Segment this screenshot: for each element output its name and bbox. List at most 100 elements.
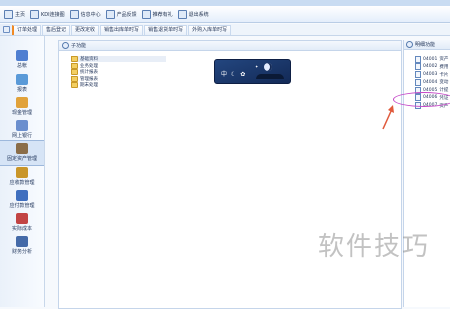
tree-item-label: 统计报表 [80,70,98,75]
tab-purchase-inbound[interactable]: 外购入库单时写 [188,25,232,35]
tree-item-management[interactable]: 管理报表 [71,75,166,82]
collapse-icon[interactable] [62,42,69,49]
list-item[interactable]: 04003 卡片 [415,71,449,79]
folder-icon [71,56,78,62]
item-name: 卡片 [439,72,449,78]
tree-item-label: 基础资料 [80,57,98,62]
sidebar-item-label: 现金管理 [11,110,32,116]
sidebar-item-label: 应收款管理 [9,180,35,186]
list-item[interactable]: 04004 变动 [415,78,448,86]
toolbar-gift-button[interactable]: 推荐有礼 [141,7,174,21]
widget-text: 中 ☾ ✿ [221,71,247,78]
sidebar-item-label: 应付款管理 [9,203,35,209]
sub-function-panel: 子功能 基础资料 业务处理 统计报表 管理报表 期末处理 中 ☾ ✿ ✦ [58,40,402,309]
analysis-icon [16,236,28,247]
panel-title: 明细功能 [415,42,436,48]
folder-icon [71,69,78,75]
cash-icon [16,97,28,108]
document-icon [415,71,421,79]
folder-icon [71,75,78,82]
detail-function-panel: 明细功能 04001 资产 04002 费用 04003 卡片 04004 变动… [403,40,450,307]
sidebar-item-payables[interactable]: 应付款管理 [0,190,44,209]
sidebar-item-label: 网上银行 [11,133,32,139]
sidebar-item-fixed-assets[interactable]: 固定资产管理 [0,140,44,166]
toolbar-info-button[interactable]: 信息中心 [69,7,102,21]
info-icon [69,9,79,19]
panel-title: 子功能 [71,43,87,49]
module-sidebar: 总帐 报表 现金管理 网上银行 固定资产管理 应收款管理 应付款管理 实际成本 … [0,36,45,307]
exit-icon [177,9,187,19]
toolbar-label: 退出系统 [188,11,209,18]
toolbar-exit-button[interactable]: 退出系统 [177,7,210,21]
document-icon [415,78,421,86]
toolbar-label: 信息中心 [80,11,101,18]
folder-icon [71,82,78,88]
receivables-icon [16,167,28,178]
toolbar-label: 主页 [15,11,26,18]
sidebar-item-label: 财务分析 [11,249,32,255]
tree-item-label: 业务处理 [80,63,98,69]
document-icon [415,55,421,63]
tree-item-basic-data[interactable]: 基础资料 [71,56,166,62]
tab-change-receipt[interactable]: 更改定收 [71,25,100,35]
item-code: 04002 [423,64,438,70]
panel-header: 子功能 [59,41,401,51]
moon-icon [264,63,272,71]
hills-graphic [256,74,284,79]
sidebar-item-ledger[interactable]: 总帐 [0,50,44,69]
feedback-icon [105,9,115,19]
folder-icon [71,62,78,69]
tree-item-statistics[interactable]: 统计报表 [71,69,166,75]
annotation-arrow-icon [382,105,394,130]
tab-sales-outbound[interactable]: 销售出库单时写 [100,25,144,35]
tab-order-processing[interactable]: 订单处理 [12,25,42,35]
tree-item-business[interactable]: 业务处理 [71,62,166,69]
bank-icon [16,120,28,131]
sidebar-item-cash[interactable]: 现金管理 [0,97,44,116]
tab-sales-return[interactable]: 销售退货单时写 [144,25,188,35]
item-name: 费用 [439,64,449,70]
sidebar-item-reports[interactable]: 报表 [0,74,44,93]
fixed-assets-icon [16,143,28,154]
list-item[interactable]: 04002 费用 [415,63,449,71]
toolbar-connect-button[interactable]: KDI连接图 [29,7,66,21]
sidebar-item-receivables[interactable]: 应收款管理 [0,167,44,186]
sidebar-item-financial-analysis[interactable]: 财务分析 [0,236,44,255]
collapse-icon[interactable] [406,41,413,48]
item-code: 04004 [423,79,438,85]
main-toolbar: 主页 KDI连接图 信息中心 产品反馈 推荐有礼 退出系统 [0,6,450,23]
toolbar-label: KDI连接图 [41,11,65,18]
payables-icon [16,190,28,201]
toolbar-feedback-button[interactable]: 产品反馈 [105,7,138,21]
sidebar-item-online-banking[interactable]: 网上银行 [0,120,44,139]
tab-home-icon[interactable] [0,24,12,35]
annotation-ellipse [393,92,450,107]
sidebar-item-label: 固定资产管理 [6,156,37,162]
tree-item-label: 期末处理 [80,83,98,88]
tree-item-period-end[interactable]: 期末处理 [71,82,166,88]
gift-icon [141,9,151,19]
sidebar-item-label: 总帐 [16,63,27,69]
sidebar-item-label: 报表 [16,87,27,93]
ledger-icon [16,50,28,61]
sidebar-item-label: 实际成本 [11,226,32,232]
connect-icon [30,9,40,19]
item-code: 04001 [423,56,438,62]
tree-item-label: 管理报表 [80,76,98,82]
reports-icon [16,74,28,85]
sidebar-item-actual-cost[interactable]: 实际成本 [0,213,44,232]
document-icon [415,63,421,71]
item-name: 资产 [439,57,449,62]
watermark: 软件技巧 [318,232,431,262]
toolbar-label: 推荐有礼 [152,11,173,18]
star-icon: ✦ [255,64,259,69]
item-code: 04003 [423,72,438,78]
panel-header: 明细功能 [404,40,450,50]
home-icon [4,9,13,19]
clock-widget: 中 ☾ ✿ ✦ [214,59,291,84]
toolbar-home-button[interactable]: 主页 [3,7,26,21]
tab-bar: 订单处理 售后登记 更改定收 销售出库单时写 销售退货单时写 外购入库单时写 [0,24,450,36]
cost-icon [16,213,28,224]
list-item[interactable]: 04001 资产 [415,55,449,63]
tab-after-sales[interactable]: 售后登记 [42,25,71,35]
